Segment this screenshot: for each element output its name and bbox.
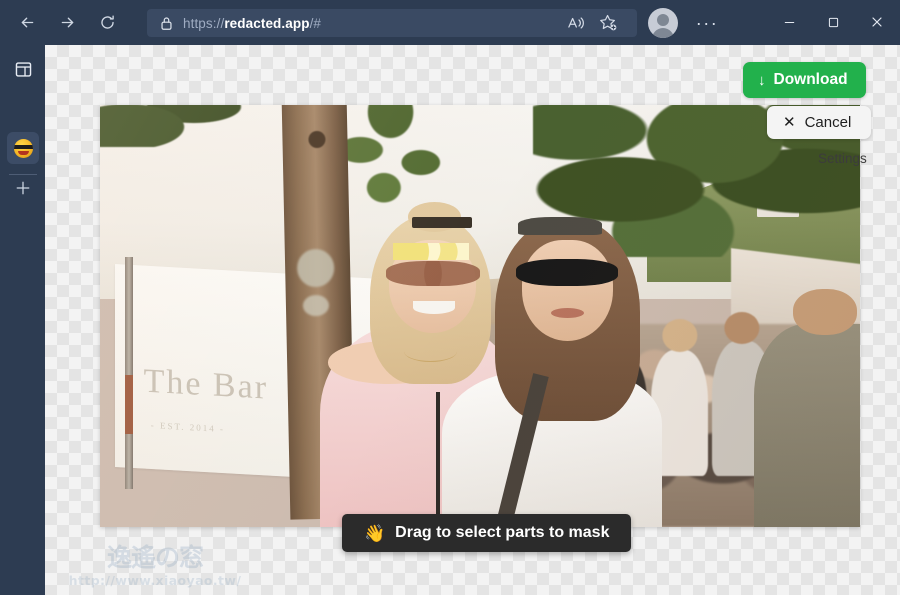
photo-foreground-man [753,288,860,527]
photo-banner-pole-accent [125,375,134,435]
browser-settings-and-more-button[interactable]: ··· [692,10,722,36]
photo-trunk-lichen [302,294,329,317]
vertical-tab-strip [0,45,45,595]
watermark: 逸遙の窓 http://www.xiaoyao.tw/ [50,537,260,595]
download-button-label: Download [773,71,848,88]
add-favorite-button[interactable] [592,9,624,37]
photo-woman-right-headband [518,216,602,235]
favicon-band [13,144,33,149]
photo-woman-left-face-jewels [393,243,470,261]
tabstrip-divider [9,174,37,175]
back-arrow-icon [21,17,33,28]
back-button[interactable] [10,6,44,40]
close-icon [872,17,882,27]
settings-link[interactable]: Settings [818,151,867,166]
cancel-button[interactable]: ✕ Cancel [767,106,872,139]
photo-woman-left-hairband [411,216,473,228]
photo-trunk-lichen [296,248,335,287]
window-minimize-button[interactable] [768,6,810,38]
sidebar-tab-redacted-app[interactable] [7,132,39,164]
photo-banner-established: - EST. 2014 - [150,419,226,434]
watermark-url: http://www.xiaoyao.tw/ [68,572,242,588]
photo-woman-left-sunglasses [385,261,480,287]
redacted-app-favicon-icon [13,138,33,158]
read-aloud-button[interactable] [560,9,592,37]
address-bar-actions [560,9,624,37]
drag-to-mask-hint: 👋 Drag to select parts to mask [342,514,632,552]
tab-actions-menu-button[interactable] [12,58,34,80]
photo-banner-pole [125,256,134,489]
avatar-head [657,14,669,26]
drag-to-mask-hint-label: Drag to select parts to mask [395,524,610,541]
close-x-icon: ✕ [783,114,796,131]
tab-list-icon [15,61,31,77]
star-plus-icon [599,14,616,31]
photo-trunk-knot [308,130,326,148]
photo-woman-right-face [521,240,613,342]
photo-woman-left-smile [413,301,455,314]
watermark-logo: 逸遙の窓 [106,542,204,572]
favicon-mouth [17,151,29,155]
window-maximize-button[interactable] [812,6,854,38]
photo-crowd-head [661,319,698,353]
photo-tree-canopy-left [100,105,245,148]
download-button[interactable]: ↓ Download [743,62,866,98]
avatar-body [652,28,674,38]
waving-hand-icon: 👋 [364,523,386,543]
refresh-icon [100,15,114,29]
address-bar-url: https://redacted.app/# [183,15,322,31]
cancel-button-label: Cancel [804,114,852,131]
lock-icon [155,16,177,31]
ellipsis-icon: ··· [695,13,719,33]
refresh-button[interactable] [90,6,124,40]
new-tab-button[interactable] [12,177,34,199]
photo-crowd-head [793,288,857,335]
photo-banner-text: The Bar [143,362,269,407]
photo-stick [435,391,440,527]
maximize-icon [828,17,838,27]
read-aloud-icon [568,17,584,29]
image-canvas[interactable]: The Bar - EST. 2014 - [100,105,860,527]
photo-woman-right-lips [550,307,585,318]
browser-window: https://redacted.app/# ··· The Bar - EST… [0,0,900,595]
photo-woman-right-sunglasses [516,259,619,287]
download-arrow-icon: ↓ [758,71,766,89]
forward-arrow-icon [61,17,73,28]
minimize-icon [784,21,794,23]
page-viewport: The Bar - EST. 2014 - ↓ Download ✕ Cance… [45,45,900,595]
profile-avatar[interactable] [648,8,678,38]
source-photo: The Bar - EST. 2014 - [100,105,860,527]
plus-icon [16,181,30,195]
browser-toolbar: https://redacted.app/# ··· [0,0,900,45]
window-close-button[interactable] [856,6,898,38]
forward-button[interactable] [50,6,84,40]
